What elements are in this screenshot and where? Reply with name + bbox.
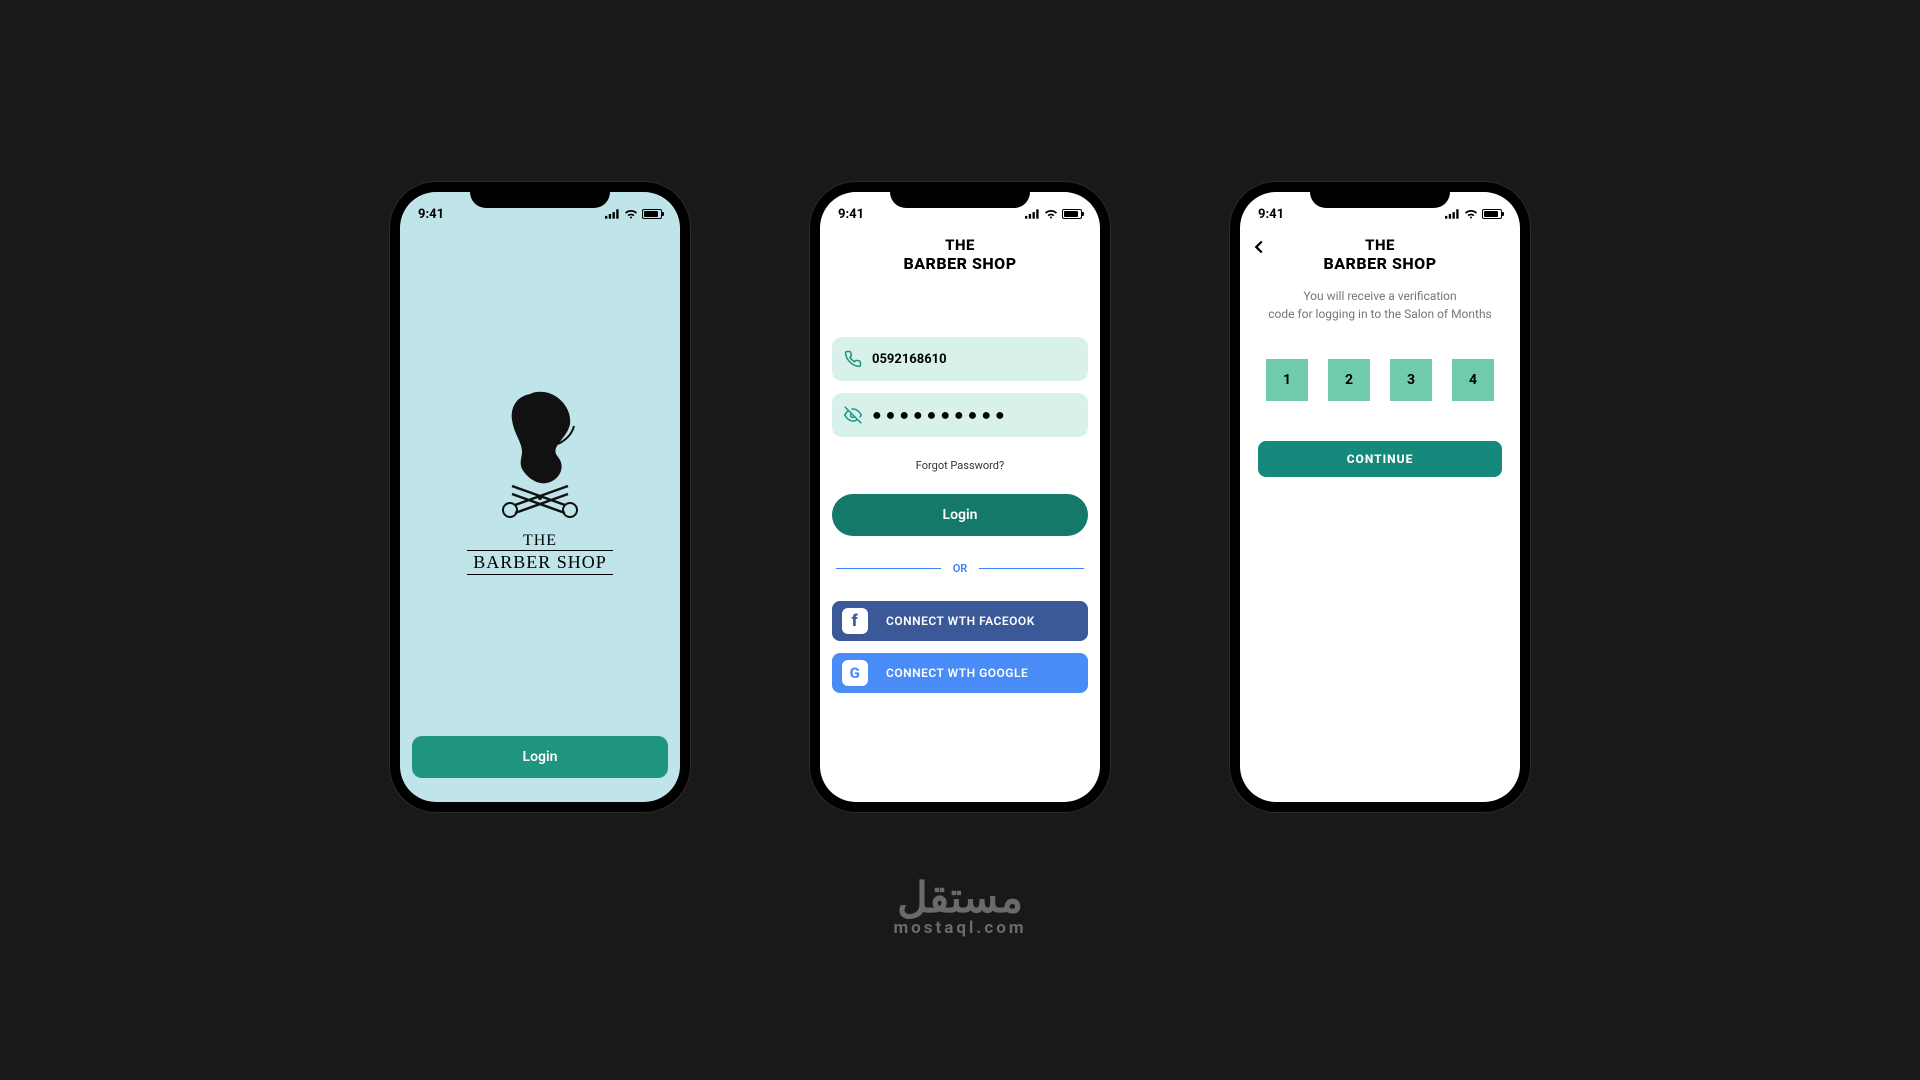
status-right bbox=[605, 209, 662, 219]
password-value: ●●●●●●●●●● bbox=[872, 405, 1076, 425]
divider-line-left bbox=[836, 568, 941, 569]
status-time: 9:41 bbox=[418, 207, 444, 222]
eye-off-icon bbox=[844, 406, 862, 424]
phone-notch bbox=[890, 182, 1030, 208]
google-login-button[interactable]: G CONNECT WTH GOOGLE bbox=[832, 653, 1088, 693]
status-right bbox=[1025, 209, 1082, 219]
subtitle-line1: You will receive a verification bbox=[1254, 287, 1506, 305]
signal-icon bbox=[1445, 209, 1460, 219]
forgot-password-link[interactable]: Forgot Password? bbox=[832, 459, 1088, 472]
login-button[interactable]: Login bbox=[412, 736, 668, 778]
phone-notch bbox=[470, 182, 610, 208]
status-right bbox=[1445, 209, 1502, 219]
phone-notch bbox=[1310, 182, 1450, 208]
phone-field[interactable]: 0592168610 bbox=[832, 337, 1088, 381]
signal-icon bbox=[1025, 209, 1040, 219]
phone-icon bbox=[844, 350, 862, 368]
watermark: مستقل mostaql.com bbox=[893, 878, 1026, 938]
status-time: 9:41 bbox=[838, 207, 864, 222]
otp-digit-3[interactable]: 3 bbox=[1390, 359, 1432, 401]
page-title: THE BARBER SHOP bbox=[820, 236, 1100, 273]
phone-mockup-verify: 9:41 THE BARBER SHOP You will receive a … bbox=[1230, 182, 1530, 812]
verify-screen: 9:41 THE BARBER SHOP You will receive a … bbox=[1240, 192, 1520, 802]
otp-digit-2[interactable]: 2 bbox=[1328, 359, 1370, 401]
battery-icon bbox=[642, 209, 662, 219]
logo-wordmark: THE BARBER SHOP bbox=[467, 532, 613, 575]
continue-button[interactable]: CONTINUE bbox=[1258, 441, 1502, 477]
password-field[interactable]: ●●●●●●●●●● bbox=[832, 393, 1088, 437]
phone-mockup-login: 9:41 THE BARBER SHOP 0592168610 ●●●●●●●●… bbox=[810, 182, 1110, 812]
login-screen: 9:41 THE BARBER SHOP 0592168610 ●●●●●●●●… bbox=[820, 192, 1100, 802]
or-label: OR bbox=[953, 562, 968, 575]
phone-value: 0592168610 bbox=[872, 352, 1076, 367]
divider-or: OR bbox=[832, 562, 1088, 575]
wifi-icon bbox=[624, 209, 638, 219]
logo-line2: BARBER SHOP bbox=[467, 550, 613, 575]
google-icon: G bbox=[842, 660, 868, 686]
logo-area: THE BARBER SHOP bbox=[400, 228, 680, 736]
logo-line1: THE bbox=[467, 532, 613, 550]
watermark-latin: mostaql.com bbox=[893, 918, 1026, 938]
title-line2: BARBER SHOP bbox=[820, 254, 1100, 273]
otp-digit-4[interactable]: 4 bbox=[1452, 359, 1494, 401]
facebook-label: CONNECT WTH FACEOOK bbox=[886, 614, 1035, 628]
google-label: CONNECT WTH GOOGLE bbox=[886, 666, 1028, 680]
login-submit-button[interactable]: Login bbox=[832, 494, 1088, 536]
splash-screen: 9:41 THE BARBER SHOP Login bbox=[400, 192, 680, 802]
wifi-icon bbox=[1044, 209, 1058, 219]
title-line1: THE bbox=[820, 236, 1100, 254]
battery-icon bbox=[1482, 209, 1502, 219]
barber-logo-icon bbox=[460, 380, 620, 530]
wifi-icon bbox=[1464, 209, 1478, 219]
chevron-left-icon bbox=[1248, 236, 1270, 258]
facebook-icon: f bbox=[842, 608, 868, 634]
otp-row: 1 2 3 4 bbox=[1240, 359, 1520, 401]
signal-icon bbox=[605, 209, 620, 219]
phone-mockup-splash: 9:41 THE BARBER SHOP Login bbox=[390, 182, 690, 812]
login-form: 0592168610 ●●●●●●●●●● Forgot Password? L… bbox=[820, 317, 1100, 693]
battery-icon bbox=[1062, 209, 1082, 219]
status-time: 9:41 bbox=[1258, 207, 1284, 222]
title-line2: BARBER SHOP bbox=[1240, 254, 1520, 273]
facebook-login-button[interactable]: f CONNECT WTH FACEOOK bbox=[832, 601, 1088, 641]
title-line1: THE bbox=[1240, 236, 1520, 254]
verify-subtitle: You will receive a verification code for… bbox=[1240, 287, 1520, 323]
divider-line-right bbox=[979, 568, 1084, 569]
page-title: THE BARBER SHOP bbox=[1240, 236, 1520, 273]
back-button[interactable] bbox=[1248, 236, 1270, 258]
watermark-arabic: مستقل bbox=[893, 878, 1026, 920]
subtitle-line2: code for logging in to the Salon of Mont… bbox=[1254, 305, 1506, 323]
otp-digit-1[interactable]: 1 bbox=[1266, 359, 1308, 401]
